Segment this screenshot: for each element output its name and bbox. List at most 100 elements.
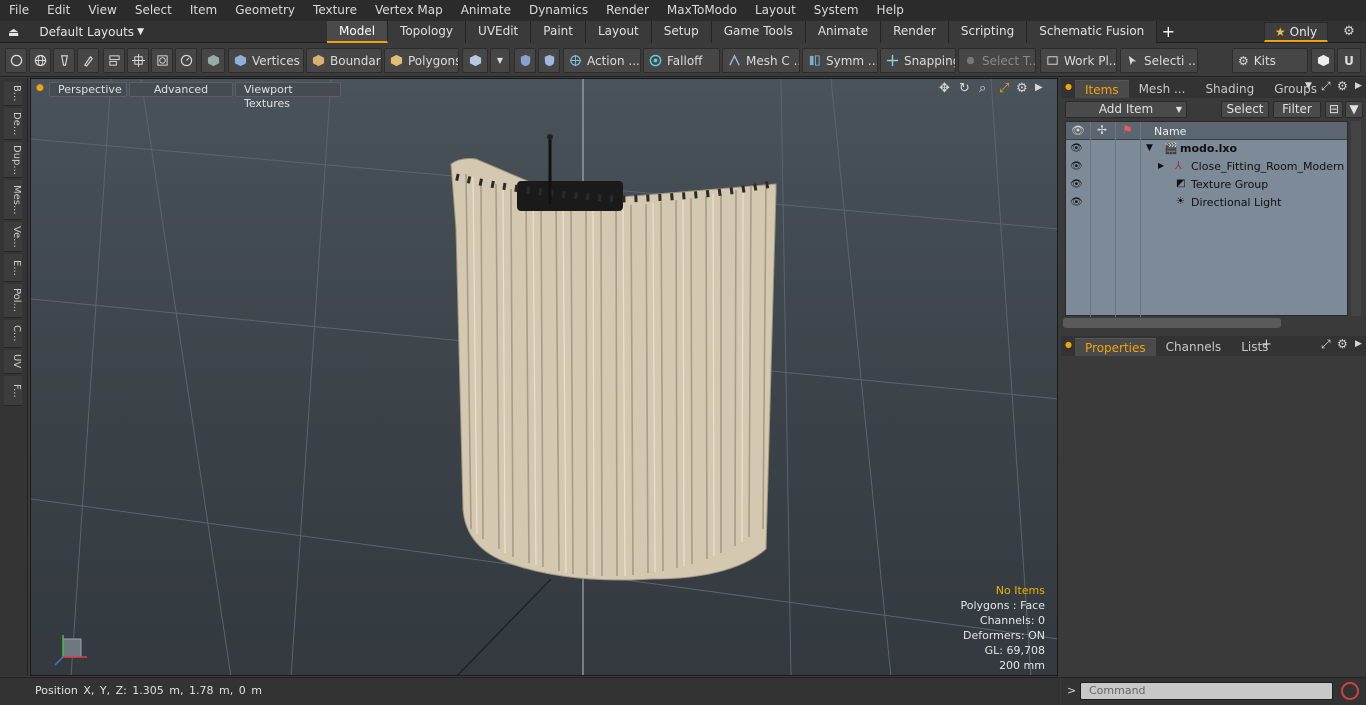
left-tab-uv[interactable]: UV xyxy=(4,350,22,374)
viewport-dot-icon[interactable]: ● xyxy=(36,83,44,93)
panel-expand-icon[interactable]: ⤢ xyxy=(1321,337,1331,352)
command-input[interactable]: Command xyxy=(1080,682,1333,700)
tab-scripting[interactable]: Scripting xyxy=(948,21,1028,43)
menu-animate[interactable]: Animate xyxy=(452,0,520,21)
tabs-dropdown-icon[interactable]: ▼ xyxy=(1305,81,1312,91)
polygons-button[interactable]: Polygons xyxy=(384,48,459,73)
clock-icon[interactable] xyxy=(175,48,197,73)
maximize-view-icon[interactable]: ⤢ xyxy=(999,81,1009,96)
mesh-constraint-button[interactable]: Mesh C ... xyxy=(722,48,800,73)
tab-mesh[interactable]: Mesh ... xyxy=(1129,80,1196,98)
left-tab-edge[interactable]: E... xyxy=(4,254,22,282)
left-tab-vertex[interactable]: Ve... xyxy=(4,222,22,252)
tab-items[interactable]: Items xyxy=(1075,80,1129,98)
render-header-icon[interactable]: ⚑ xyxy=(1122,123,1133,137)
lock-header-icon[interactable]: ✢ xyxy=(1097,123,1107,137)
tab-animate[interactable]: Animate xyxy=(805,21,882,43)
menu-vertex-map[interactable]: Vertex Map xyxy=(366,0,452,21)
chevron-down-icon[interactable]: ▼ xyxy=(490,48,510,73)
panel-expand-icon[interactable]: ⤢ xyxy=(1321,79,1331,94)
viewport-textures-button[interactable]: Viewport Textures xyxy=(235,82,341,110)
menu-item[interactable]: Item xyxy=(181,0,226,21)
tab-render[interactable]: Render xyxy=(881,21,949,43)
align-icon[interactable] xyxy=(103,48,125,73)
lasso-icon[interactable] xyxy=(53,48,75,73)
visibility-eye-icon[interactable]: 👁 xyxy=(1070,143,1083,154)
filter-button[interactable]: Filter xyxy=(1273,101,1321,118)
tab-game-tools[interactable]: Game Tools xyxy=(711,21,806,43)
tree-horizontal-scrollbar[interactable] xyxy=(1063,318,1281,328)
menu-maxtomodo[interactable]: MaxToModo xyxy=(658,0,746,21)
advanced-shading-button[interactable]: Advanced xyxy=(129,82,233,97)
zoom-view-icon[interactable]: ⌕ xyxy=(979,81,986,96)
collapse-icon[interactable]: ⊟ xyxy=(1325,101,1343,118)
left-tab-mesh-edit[interactable]: Mes... xyxy=(4,180,22,220)
tab-groups[interactable]: Groups xyxy=(1264,80,1327,98)
tab-shading[interactable]: Shading xyxy=(1195,80,1264,98)
menu-dynamics[interactable]: Dynamics xyxy=(520,0,597,21)
record-icon[interactable] xyxy=(1341,682,1359,700)
left-tab-polygon[interactable]: Pol... xyxy=(4,284,22,318)
item-mode-icon[interactable] xyxy=(201,48,225,73)
move-view-icon[interactable]: ✥ xyxy=(939,81,950,96)
tab-properties[interactable]: Properties xyxy=(1075,338,1156,356)
tree-vertical-scrollbar[interactable] xyxy=(1351,121,1361,316)
menu-help[interactable]: Help xyxy=(868,0,913,21)
left-tab-fusion[interactable]: F... xyxy=(4,376,22,406)
menu-layout[interactable]: Layout xyxy=(746,0,805,21)
select-button[interactable]: Select xyxy=(1221,101,1269,118)
menu-system[interactable]: System xyxy=(805,0,868,21)
tree-row-texture-group[interactable]: 👁 ◩ Texture Group xyxy=(1066,176,1347,194)
gear-icon[interactable]: ⚙ xyxy=(1338,22,1360,42)
center-icon[interactable] xyxy=(127,48,149,73)
left-tab-duplicate[interactable]: Dup... xyxy=(4,142,22,178)
tab-uvedit[interactable]: UVEdit xyxy=(466,21,532,43)
unreal-icon[interactable]: U xyxy=(1337,48,1361,73)
shield-icon[interactable] xyxy=(514,48,536,73)
add-item-button[interactable]: Add Item ▼ xyxy=(1065,101,1187,118)
left-tab-basic[interactable]: B... xyxy=(4,82,22,106)
tree-row-scene[interactable]: 👁 ▼ 🎬 modo.lxo xyxy=(1066,140,1347,158)
vertices-button[interactable]: Vertices xyxy=(228,48,304,73)
select-through-button[interactable]: Select T... xyxy=(958,48,1036,73)
viewport-gear-icon[interactable]: ⚙ xyxy=(1016,81,1028,96)
tab-channels[interactable]: Channels xyxy=(1156,338,1232,356)
menu-texture[interactable]: Texture xyxy=(304,0,366,21)
visibility-eye-icon[interactable]: 👁 xyxy=(1070,161,1083,172)
tab-setup[interactable]: Setup xyxy=(651,21,712,43)
kits-button[interactable]: ⚙ Kits xyxy=(1232,48,1308,73)
tab-schematic-fusion[interactable]: Schematic Fusion xyxy=(1027,21,1158,43)
3d-viewport[interactable]: ● Perspective Advanced Viewport Textures… xyxy=(30,78,1058,676)
only-toggle-button[interactable]: ★ Only xyxy=(1264,22,1328,42)
menu-render[interactable]: Render xyxy=(597,0,658,21)
viewport-more-icon[interactable]: ▶ xyxy=(1035,82,1043,93)
visibility-eye-icon[interactable]: 👁 xyxy=(1070,179,1083,190)
left-tab-curve[interactable]: C... xyxy=(4,320,22,348)
tab-paint[interactable]: Paint xyxy=(531,21,586,43)
paint-select-icon[interactable] xyxy=(77,48,99,73)
boundary-button[interactable]: Boundary xyxy=(306,48,382,73)
menu-view[interactable]: View xyxy=(79,0,125,21)
falloff-button[interactable]: Falloff xyxy=(643,48,720,73)
snap-box-icon[interactable] xyxy=(151,48,173,73)
menu-select[interactable]: Select xyxy=(126,0,181,21)
perspective-button[interactable]: Perspective xyxy=(49,82,127,97)
tree-row-mesh[interactable]: 👁 ▶ ⅄ Close_Fitting_Room_Modern xyxy=(1066,158,1347,176)
globe-icon[interactable] xyxy=(29,48,51,73)
cube-icon[interactable] xyxy=(1311,48,1335,73)
panel-more-icon[interactable]: ▶ xyxy=(1355,81,1362,91)
action-center-button[interactable]: Action ... xyxy=(563,48,641,73)
funnel-icon[interactable]: ▼ xyxy=(1345,101,1363,118)
snapping-button[interactable]: Snapping xyxy=(880,48,956,73)
layouts-dropdown[interactable]: ⏏ Default Layouts ▼ xyxy=(8,21,144,43)
rotate-view-icon[interactable]: ↻ xyxy=(959,81,970,96)
expand-arrow-icon[interactable]: ▼ xyxy=(1146,143,1153,153)
add-tab-icon[interactable]: + xyxy=(1157,21,1179,43)
symmetry-button[interactable]: Symm ... xyxy=(802,48,878,73)
material-mode-icon[interactable] xyxy=(462,48,488,73)
panel-gear-icon[interactable]: ⚙ xyxy=(1337,337,1348,351)
tab-topology[interactable]: Topology xyxy=(388,21,467,43)
add-tab-icon[interactable]: + xyxy=(1261,337,1272,352)
menu-geometry[interactable]: Geometry xyxy=(226,0,304,21)
visibility-eye-icon[interactable]: 👁 xyxy=(1070,197,1083,208)
